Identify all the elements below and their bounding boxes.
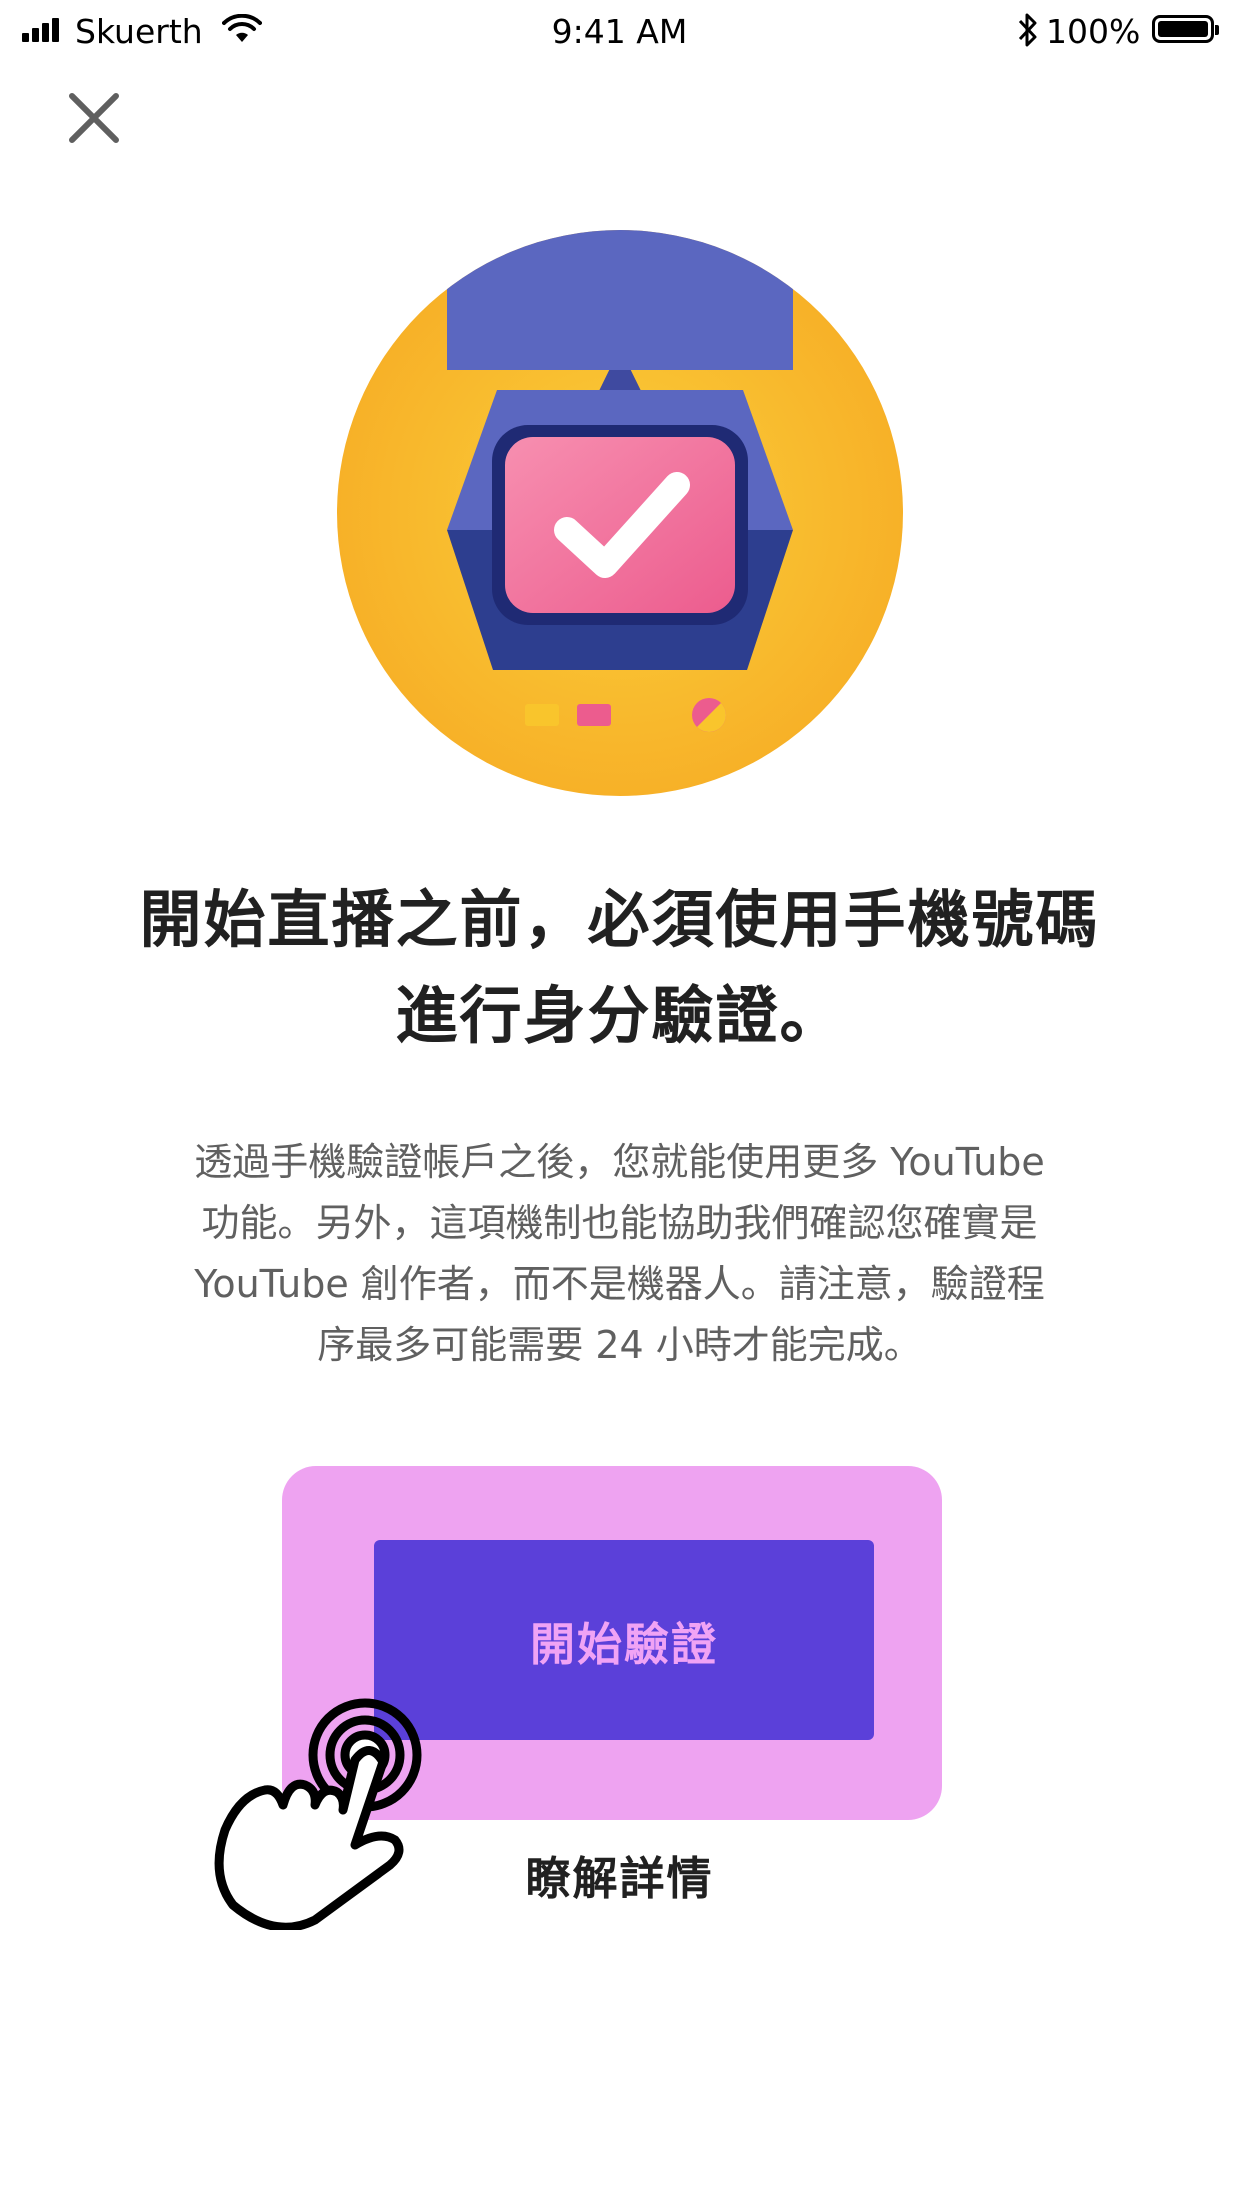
satellite-tv-checkmark-illustration	[337, 230, 903, 796]
description-line: YouTube 創作者，而不是機器人。請注意，驗證程	[194, 1262, 1045, 1306]
description-line: 透過手機驗證帳戶之後，您就能使用更多 YouTube	[194, 1140, 1045, 1184]
battery-percentage: 100%	[1046, 12, 1141, 51]
title-line: 進行身分驗證。	[395, 979, 844, 1052]
status-bar: Skuerth 9:41 AM 100%	[0, 0, 1239, 64]
battery-icon	[1152, 15, 1219, 43]
close-icon[interactable]	[64, 88, 124, 148]
tap-hand-icon	[214, 1698, 422, 1930]
description-line: 序最多可能需要 24 小時才能完成。	[317, 1323, 922, 1367]
description-line: 功能。另外，這項機制也能協助我們確認您確實是	[201, 1201, 1038, 1245]
description: 透過手機驗證帳戶之後，您就能使用更多 YouTube 功能。另外，這項機制也能協…	[120, 1132, 1119, 1376]
title-line: 開始直播之前，必須使用手機號碼	[139, 883, 1100, 956]
battery-level-fill	[1158, 21, 1208, 37]
bluetooth-icon	[1018, 13, 1037, 47]
page-title: 開始直播之前，必須使用手機號碼 進行身分驗證。	[100, 872, 1139, 1064]
learn-more-link[interactable]: 瞭解詳情	[0, 1842, 1239, 1907]
